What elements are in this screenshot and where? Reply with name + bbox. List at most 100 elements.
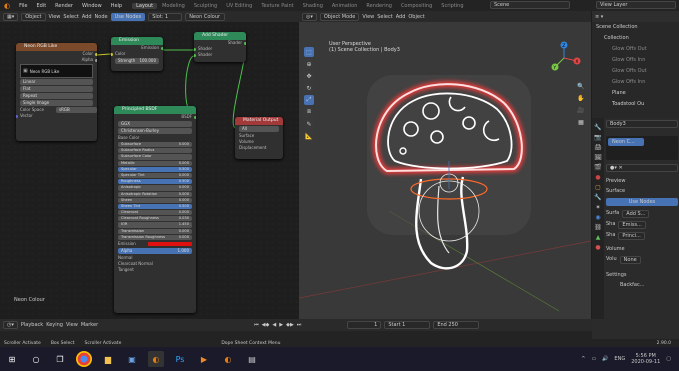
blender-logo-icon[interactable]: ◐ (0, 2, 14, 10)
current-frame-field[interactable]: 1 (347, 321, 382, 329)
principled-row[interactable]: Transmission 0.000 (118, 228, 192, 234)
navigation-gizmo[interactable]: Z X Y (547, 41, 581, 75)
network-icon[interactable]: ▭ (591, 356, 596, 362)
workspace-tab-scripting[interactable]: Scripting (437, 3, 467, 9)
emission-node[interactable]: Emission Emission Color Strength 100.000 (111, 37, 163, 71)
next-key-icon[interactable]: ◆▶ (286, 322, 294, 328)
prev-key-icon[interactable]: ◀◆ (262, 322, 270, 328)
outliner-item[interactable]: Glow Offs Out (592, 44, 679, 55)
constraints-tab-icon[interactable]: ⛓ (594, 224, 602, 231)
windows-start-icon[interactable]: ⊞ (4, 351, 20, 367)
emission-color-swatch[interactable] (148, 242, 192, 246)
material-slot-list[interactable]: Neon C... (606, 136, 678, 160)
outliner-item[interactable]: Collection (592, 33, 679, 44)
camera-view-icon[interactable]: 🎥 (576, 105, 586, 115)
blender-taskbar-icon[interactable]: ◐ (148, 351, 164, 367)
material-slot-item[interactable]: Neon C... (608, 138, 644, 146)
outliner-filter-icon[interactable]: ≡ ▾ (595, 14, 603, 20)
frame-start-field[interactable]: Start 1 (384, 321, 431, 329)
principled-row[interactable]: Anisotropic 0.000 (118, 185, 192, 191)
workspace-tab-sculpting[interactable]: Sculpting (190, 3, 221, 9)
menu-help[interactable]: Help (107, 3, 126, 9)
principled-base-color[interactable]: Base Color (114, 135, 196, 141)
timeline-view-menu[interactable]: View (66, 322, 78, 328)
material-output-node[interactable]: Material Output All Surface Volume Displ… (235, 117, 283, 159)
workspace-tab-uv[interactable]: UV Editing (222, 3, 256, 9)
image-extension[interactable]: Repeat (20, 93, 93, 99)
principled-row[interactable]: Subsurface 0.000 (118, 142, 192, 148)
keying-menu[interactable]: Keying (46, 322, 63, 328)
principled-row[interactable]: Sheen Tint 0.500 (118, 203, 192, 210)
scene-tab-icon[interactable]: 🎬 (594, 164, 601, 171)
menu-file[interactable]: File (15, 3, 31, 9)
outliner-item[interactable]: Glow Offs Inn (592, 55, 679, 66)
backface-checkbox[interactable]: Backfac... (606, 282, 678, 288)
workspace-tab-layout[interactable]: Layout (132, 2, 158, 9)
use-nodes-button[interactable]: Use Nodes (606, 198, 678, 206)
image-texture-node[interactable]: Neon RGB Like Color Alpha ▣ Neon RGB Lik… (16, 43, 97, 141)
tool-tab-icon[interactable]: 🔧 (594, 124, 601, 131)
volume-field[interactable]: None (619, 256, 641, 264)
workspace-tab-compositing[interactable]: Compositing (397, 3, 436, 9)
play-reverse-icon[interactable]: ◀ (272, 322, 276, 328)
timeline-editor-type[interactable]: ◷▾ (3, 321, 18, 329)
principled-row[interactable]: Subsurface Radius (118, 148, 192, 154)
emission-strength-field[interactable]: Strength 100.000 (115, 58, 159, 64)
data-tab-icon[interactable]: ▲ (596, 234, 601, 241)
file-explorer-icon[interactable]: ▆ (100, 351, 116, 367)
chrome-icon[interactable] (76, 351, 92, 367)
workspace-tab-shading[interactable]: Shading (299, 3, 327, 9)
playback-menu[interactable]: Playback (21, 322, 43, 328)
shader-field-1[interactable]: Emiss... (618, 221, 646, 229)
add-shader-node[interactable]: Add Shader Shader Shader Shader (194, 32, 246, 62)
principled-row[interactable]: Roughness 0.500 (118, 179, 192, 185)
modifier-tab-icon[interactable]: 🔧 (594, 194, 601, 201)
workspace-tab-texture[interactable]: Texture Paint (257, 3, 297, 9)
outliner-item[interactable]: Scene Collection (592, 22, 679, 33)
menu-window[interactable]: Window (78, 3, 106, 9)
menu-render[interactable]: Render (51, 3, 77, 9)
volume-panel[interactable]: Volume (606, 246, 678, 252)
timeline-area[interactable] (0, 331, 592, 339)
task-view-icon[interactable]: ❐ (52, 351, 68, 367)
principled-sss-method[interactable]: Christensen-Burley (118, 128, 192, 134)
material-output-target[interactable]: All (239, 126, 279, 132)
photoshop-icon[interactable]: Ps (172, 351, 188, 367)
surface-panel[interactable]: Surface (606, 188, 678, 194)
material-tab-icon[interactable]: ● (595, 244, 600, 251)
tool-icon[interactable]: ▤ (244, 351, 260, 367)
principled-emission[interactable]: Emission (114, 241, 196, 247)
preview-panel[interactable]: Preview (606, 178, 678, 184)
outliner-item[interactable]: Glow Offs Out (592, 66, 679, 77)
workspace-tab-rendering[interactable]: Rendering (362, 3, 396, 9)
view-layer-selector[interactable]: View Layer (596, 1, 676, 9)
image-projection[interactable]: Flat (20, 86, 93, 92)
particles-tab-icon[interactable]: ✶ (595, 204, 600, 211)
render-tab-icon[interactable]: 📷 (594, 134, 601, 141)
volume-icon[interactable]: 🔊 (602, 356, 608, 362)
tray-chevron-icon[interactable]: ^ (581, 356, 585, 362)
image-interpolation[interactable]: Linear (20, 79, 93, 85)
3d-viewport[interactable]: ◎▾ Object Mode View Select Add Object Us… (299, 11, 591, 319)
blender2-icon[interactable]: ◐ (220, 351, 236, 367)
image-source[interactable]: Single Image (20, 100, 93, 106)
zoom-icon[interactable]: 🔍 (576, 81, 586, 91)
output-tab-icon[interactable]: 🖨 (594, 144, 602, 151)
outliner-item[interactable]: Plane (592, 88, 679, 99)
principled-row[interactable]: Metallic 0.000 (118, 160, 192, 166)
surface-shader-field[interactable]: Add S... (622, 210, 650, 218)
principled-row[interactable]: Specular Tint 0.000 (118, 172, 192, 179)
settings-panel[interactable]: Settings (606, 272, 678, 278)
menu-edit[interactable]: Edit (32, 3, 50, 9)
ortho-grid-icon[interactable]: ▦ (576, 117, 586, 127)
principled-bsdf-node[interactable]: Principled BSDF BSDF GGX Christensen-Bur… (114, 106, 196, 313)
scene-selector[interactable]: Scene (490, 1, 570, 9)
files-icon[interactable]: ▣ (124, 351, 140, 367)
jump-start-icon[interactable]: ⏮ (254, 322, 259, 328)
principled-row[interactable]: Transmission Roughness 0.000 (118, 234, 192, 240)
search-icon[interactable]: ○ (28, 351, 44, 367)
principled-row[interactable]: Anisotropic Rotation 0.000 (118, 191, 192, 197)
principled-row[interactable]: Clearcoat 0.000 (118, 210, 192, 216)
principled-alpha[interactable]: Alpha 1.000 (118, 248, 192, 254)
principled-row[interactable]: Specular 0.500 (118, 166, 192, 172)
